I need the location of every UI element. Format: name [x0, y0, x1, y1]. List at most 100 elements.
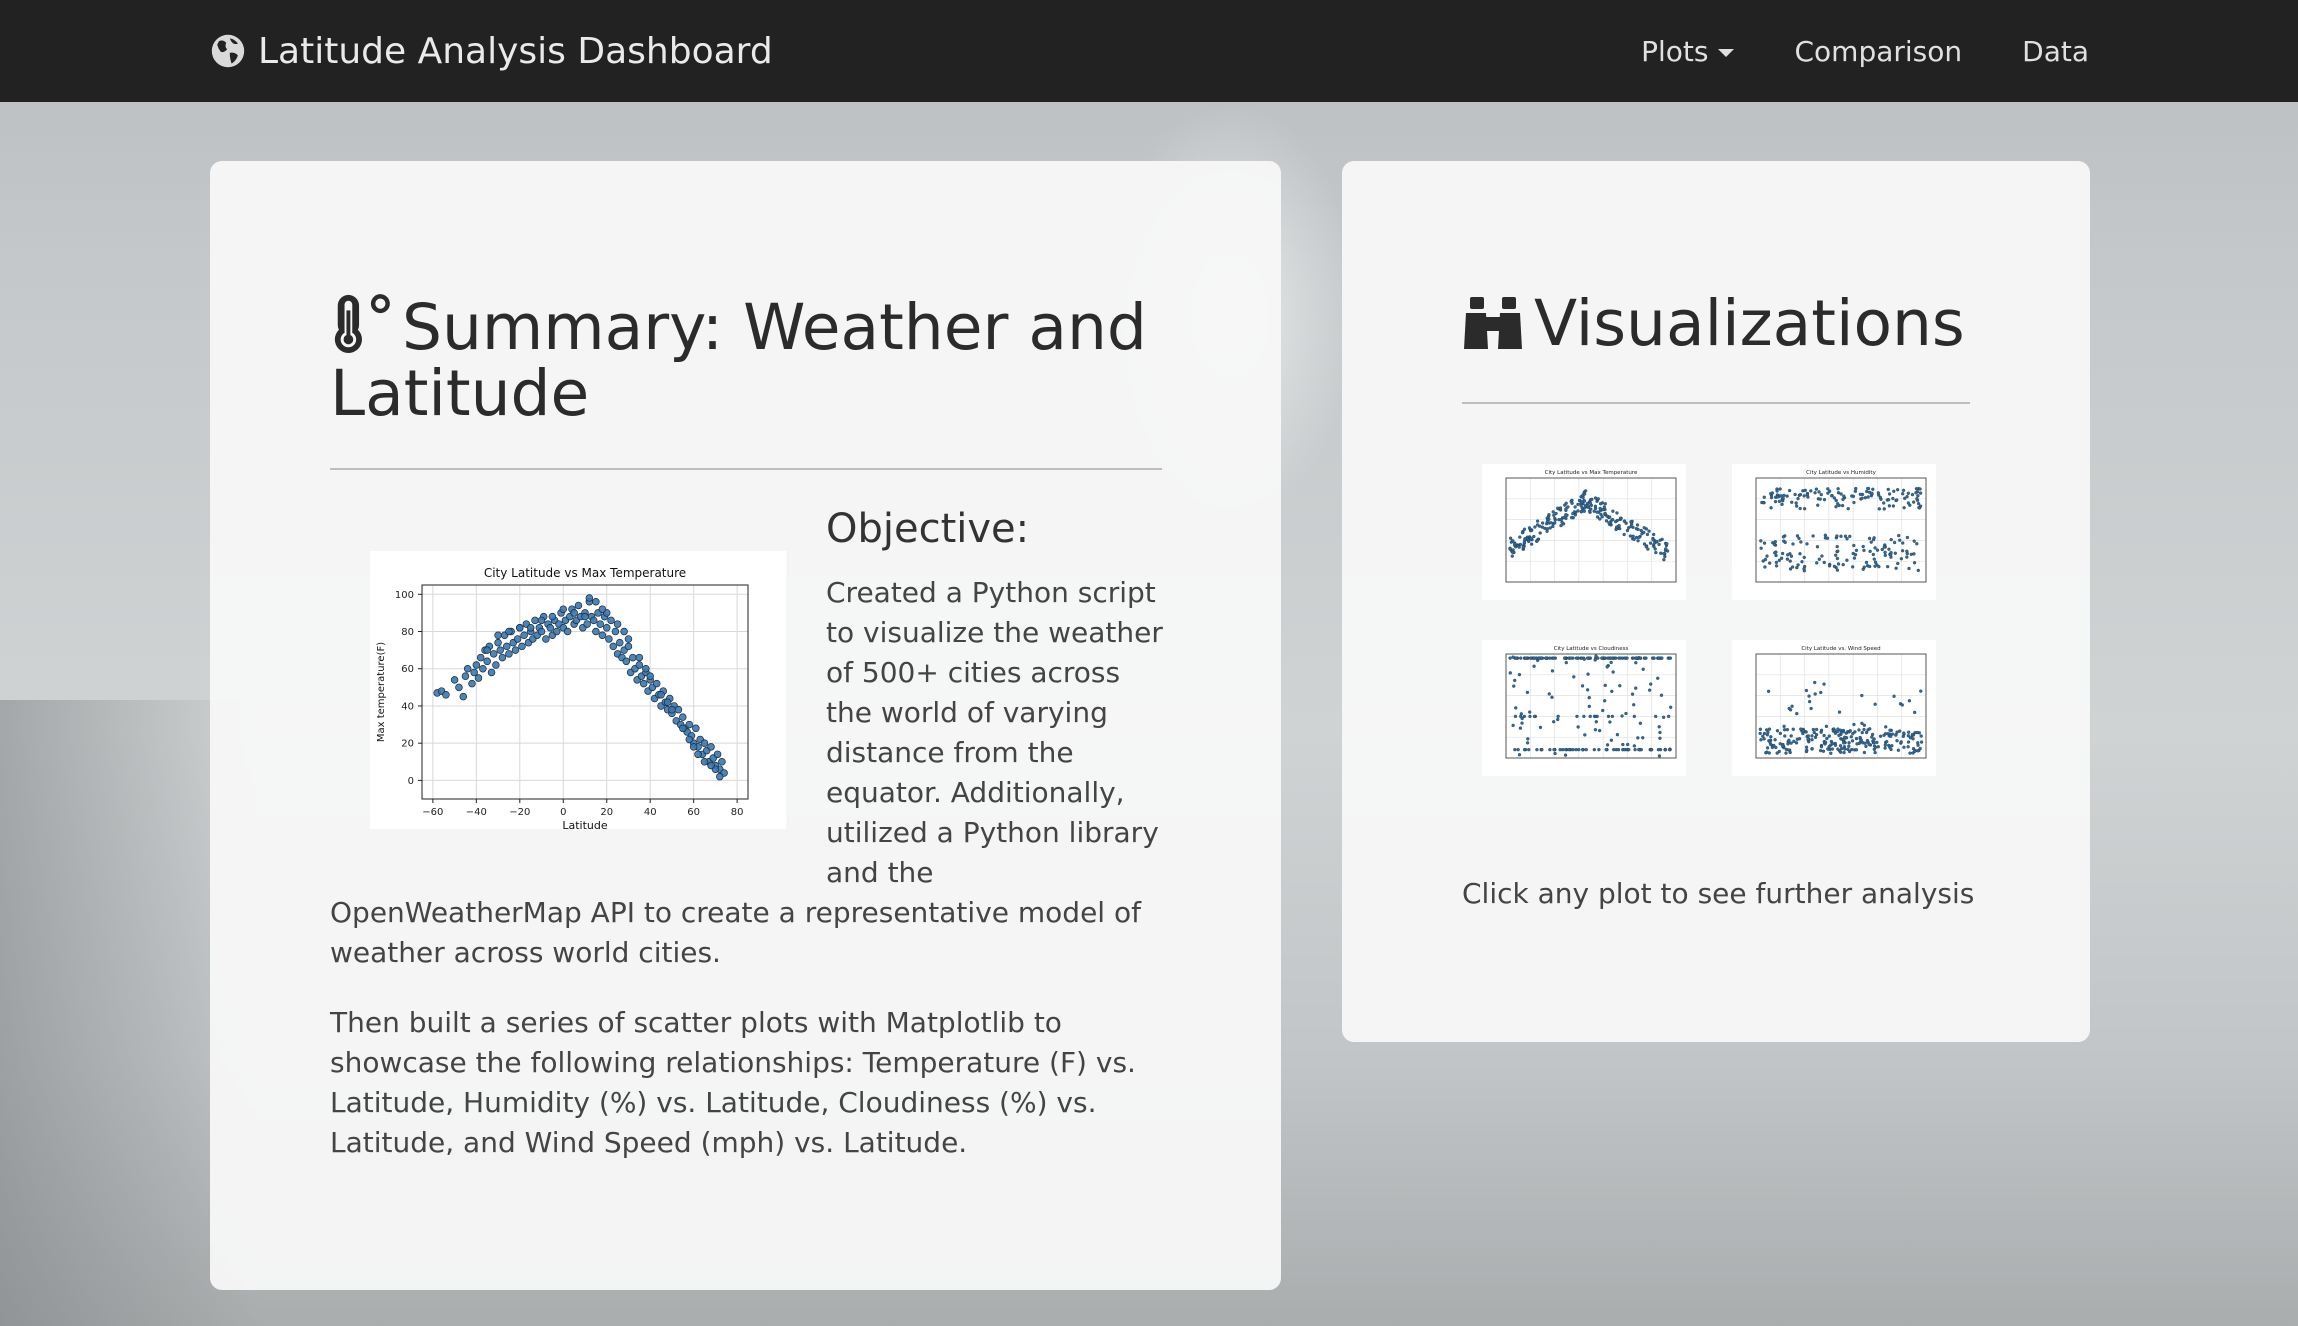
thumb-data-point [1853, 552, 1858, 557]
thumb-data-point [1888, 734, 1893, 738]
thumb-data-point [1836, 491, 1841, 495]
thumb-data-point [1654, 714, 1658, 719]
thumb-data-point [1588, 501, 1593, 505]
thumb-data-point [1615, 733, 1620, 737]
data-point [474, 674, 483, 682]
thumb-data-point [1839, 750, 1843, 754]
thumbnail-humidity[interactable]: City Latitude vs Humidity [1732, 464, 1936, 600]
thumb-data-point [1814, 732, 1819, 737]
thumb-data-point [1535, 523, 1540, 527]
thumb-data-point [1887, 743, 1891, 748]
thumb-data-point [1769, 735, 1773, 739]
thumb-data-point [1581, 748, 1585, 752]
thumb-data-point [1609, 738, 1614, 742]
brand-link[interactable]: Latitude Analysis Dashboard [210, 0, 773, 102]
thumb-data-point [1840, 503, 1845, 508]
x-tick-label: −40 [466, 807, 487, 818]
thumb-data-point [1525, 690, 1530, 695]
data-point [505, 627, 513, 636]
thumb-data-point [1836, 549, 1840, 553]
thumb-data-point [1871, 487, 1875, 491]
thumb-data-point [1901, 492, 1905, 496]
thumb-data-point [1761, 734, 1765, 738]
thumb-data-point [1512, 684, 1516, 688]
thumb-data-point [1574, 656, 1579, 660]
thumb-data-point [1538, 725, 1543, 730]
thumb-data-point [1656, 656, 1661, 660]
thumbnail-cloudiness[interactable]: City Latitude vs Cloudiness [1482, 640, 1686, 776]
thumb-data-point [1883, 553, 1887, 558]
thumb-data-point [1898, 729, 1902, 733]
thumb-data-point [1889, 550, 1893, 555]
thumb-data-point [1668, 656, 1673, 660]
thumb-data-point [1789, 734, 1793, 738]
thumb-data-point [1620, 714, 1624, 718]
data-point [707, 761, 715, 770]
data-point [700, 739, 709, 747]
data-point [585, 594, 594, 602]
thumb-data-point [1853, 489, 1858, 493]
data-point [692, 724, 700, 733]
thumb-data-point [1570, 501, 1574, 505]
thumb-data-point [1765, 728, 1769, 732]
thumb-data-point [1548, 526, 1552, 530]
thumb-data-point [1798, 506, 1802, 511]
thumb-data-point [1877, 507, 1881, 511]
thumb-data-point [1599, 512, 1603, 516]
thumbnail-max-temperature[interactable]: City Latitude vs Max Temperature [1482, 464, 1686, 600]
thumb-data-point [1538, 531, 1542, 535]
thumb-data-point [1818, 497, 1822, 501]
thumb-data-point [1854, 486, 1858, 491]
data-point [700, 758, 709, 766]
nav-comparison[interactable]: Comparison [1794, 35, 1962, 68]
data-point [657, 691, 665, 699]
thumb-data-point [1662, 558, 1666, 562]
data-point [505, 650, 513, 658]
thumb-data-point [1886, 487, 1890, 492]
thumb-data-point [1822, 733, 1826, 738]
thumb-data-point [1876, 745, 1880, 749]
data-point [609, 642, 618, 651]
visualizations-divider [1462, 402, 1970, 404]
thumb-data-point [1795, 711, 1799, 716]
data-point [685, 735, 694, 744]
nav-data[interactable]: Data [2022, 35, 2089, 68]
max-temp-plot[interactable]: −60 −40 −20 0 20 40 60 80 0 20 40 60 80 100 City Latit… [370, 551, 786, 832]
thumb-data-point [1656, 676, 1660, 680]
data-point [629, 653, 637, 662]
thumb-data-point [1810, 734, 1814, 738]
thumb-data-point [1593, 658, 1597, 662]
data-point [463, 664, 472, 673]
thumb-data-point [1794, 501, 1798, 505]
data-point [483, 646, 491, 654]
thumb-data-point [1852, 543, 1856, 548]
thumb-data-point [1614, 527, 1618, 532]
thumb-data-point [1629, 520, 1633, 524]
thumb-data-point [1826, 487, 1830, 491]
data-point [520, 631, 528, 639]
thumb-data-point [1810, 747, 1814, 751]
thumb-data-point [1899, 557, 1903, 561]
thumb-data-point [1850, 739, 1855, 743]
thumb-data-point [1851, 565, 1855, 569]
data-point [674, 705, 683, 714]
thumb-data-point [1773, 499, 1778, 504]
thumb-data-point [1572, 675, 1576, 679]
thumb-data-point [1779, 494, 1784, 498]
y-tick-label: 100 [395, 590, 414, 601]
thumb-data-point [1787, 748, 1791, 752]
thumb-data-point [1845, 558, 1849, 562]
thumb-data-point [1916, 568, 1920, 573]
thumb-data-point [1547, 692, 1551, 696]
thumb-data-point [1594, 654, 1598, 658]
thumb-data-point [1587, 696, 1591, 700]
data-point [498, 653, 507, 662]
thumb-data-point [1592, 748, 1596, 752]
thumb-data-point [1788, 708, 1793, 712]
y-tick-label: 40 [401, 701, 414, 712]
thumb-data-point [1852, 722, 1856, 727]
data-point [635, 661, 644, 669]
nav-plots-dropdown[interactable]: Plots [1641, 35, 1735, 68]
thumbnail-wind-speed[interactable]: City Latitude vs. Wind Speed [1732, 640, 1936, 776]
thumb-data-point [1647, 529, 1651, 533]
